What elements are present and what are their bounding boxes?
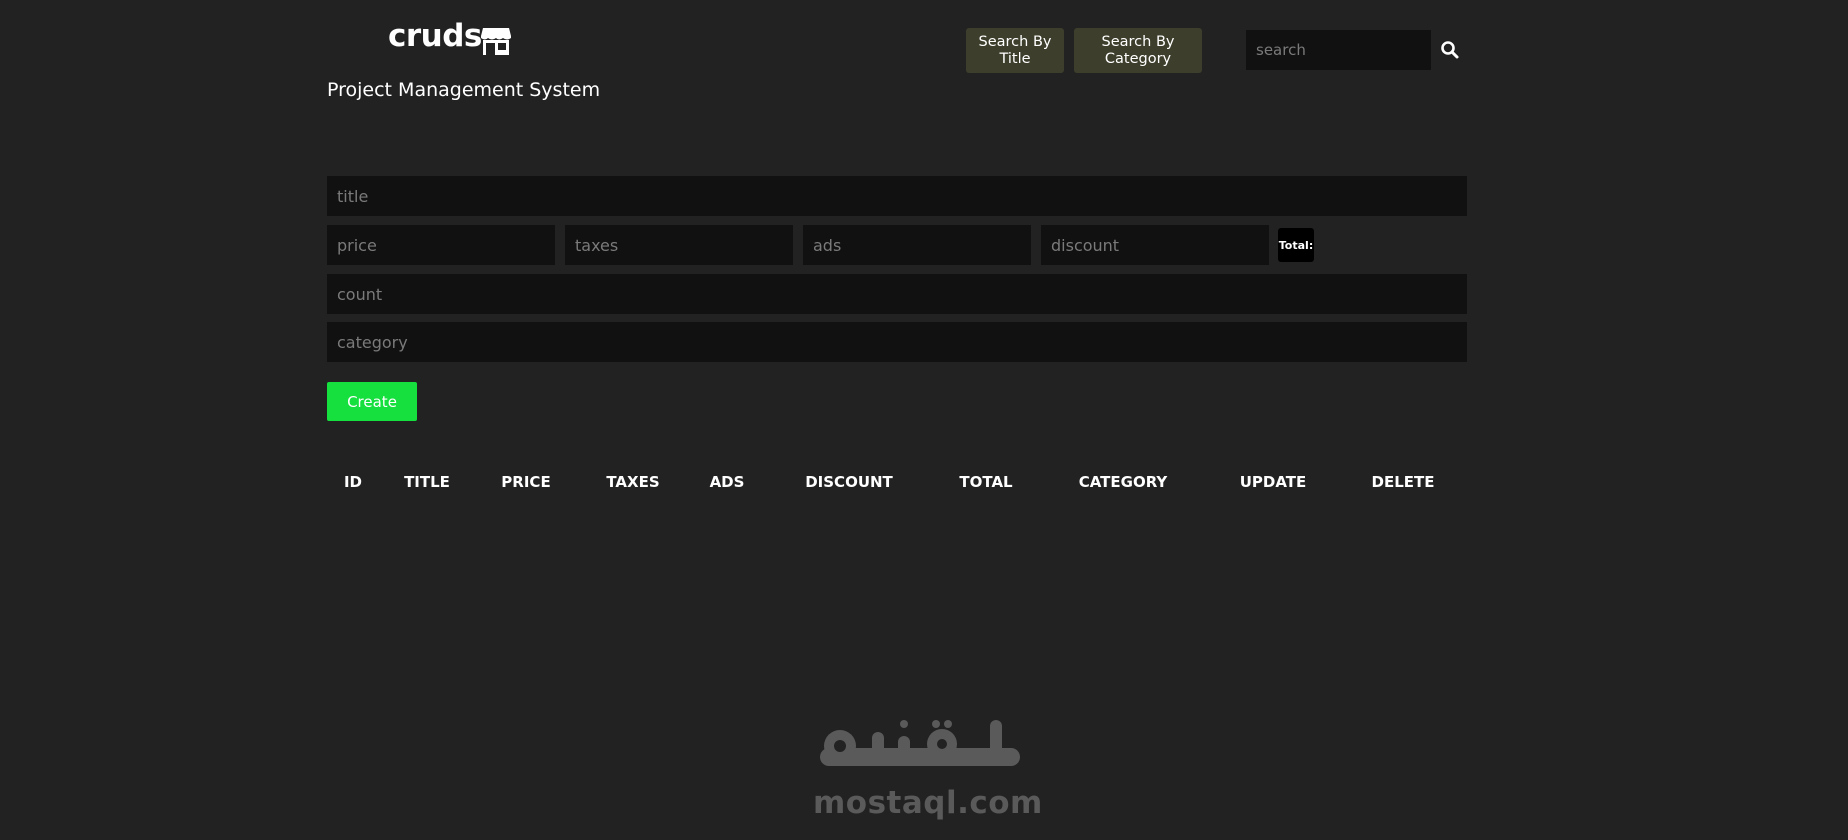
discount-input[interactable]: [1041, 225, 1269, 265]
total-display: Total:: [1278, 228, 1314, 262]
column-header-category: CATEGORY: [1078, 473, 1168, 491]
column-header-delete: DELETE: [1371, 473, 1435, 491]
price-input[interactable]: [327, 225, 555, 265]
search-input[interactable]: [1246, 30, 1431, 70]
column-header-total: TOTAL: [959, 473, 1013, 491]
category-input[interactable]: [327, 322, 1467, 362]
ads-input[interactable]: [803, 225, 1031, 265]
title-input[interactable]: [327, 176, 1467, 216]
column-header-update: UPDATE: [1239, 473, 1307, 491]
column-header-price: PRICE: [501, 473, 551, 491]
column-header-ads: ADS: [709, 473, 745, 491]
count-input[interactable]: [327, 274, 1467, 314]
store-icon: [481, 28, 511, 55]
column-header-id: ID: [343, 473, 363, 491]
search-icon[interactable]: [1440, 40, 1460, 60]
app-title: cruds: [388, 18, 482, 54]
create-button[interactable]: Create: [327, 382, 417, 421]
watermark-logo: [820, 720, 1020, 766]
column-header-taxes: TAXES: [606, 473, 660, 491]
column-header-discount: DISCOUNT: [805, 473, 893, 491]
page-subtitle: Project Management System: [327, 79, 601, 101]
taxes-input[interactable]: [565, 225, 793, 265]
search-by-category-button[interactable]: Search By Category: [1074, 28, 1202, 73]
column-header-title: TITLE: [404, 473, 450, 491]
watermark-text: mostaql.com: [813, 785, 1043, 821]
search-by-title-button[interactable]: Search By Title: [966, 28, 1064, 73]
